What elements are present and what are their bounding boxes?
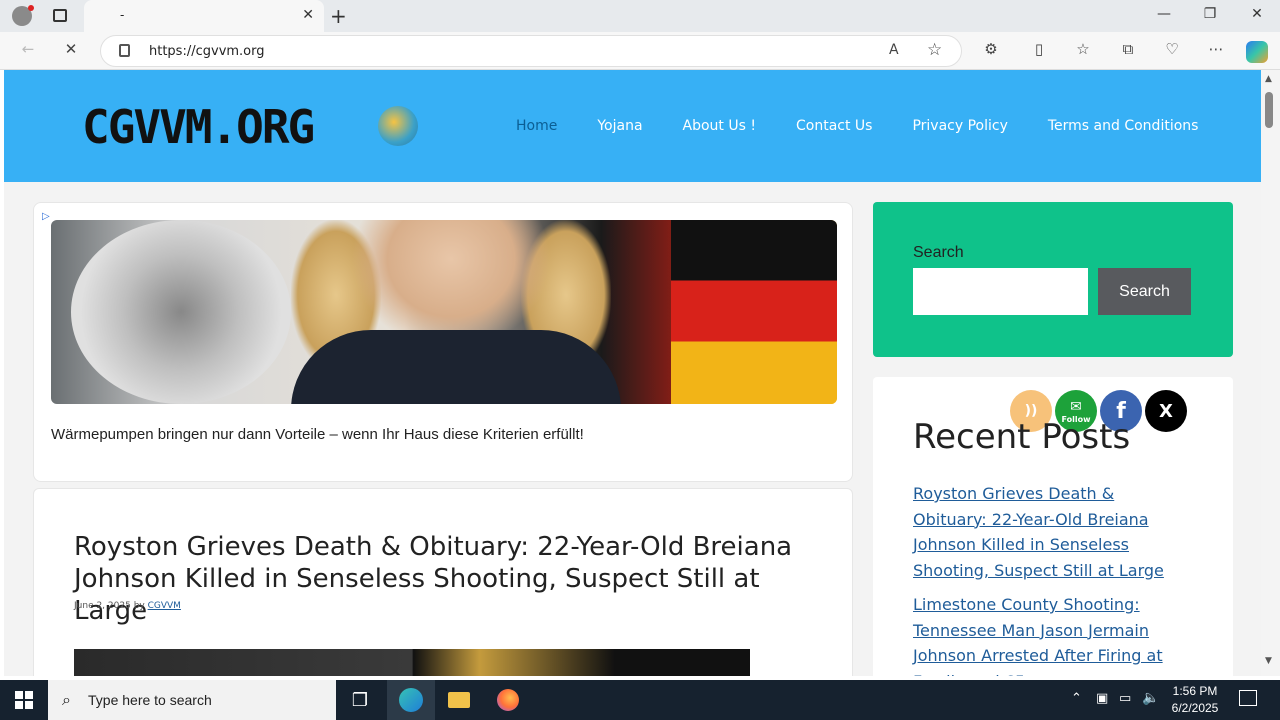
folder-glyph-icon [448,692,470,708]
nav-privacy-policy[interactable]: Privacy Policy [912,118,1007,134]
search-icon: ⌕ [62,690,71,709]
extensions-icon[interactable]: ⚙ [980,40,1002,58]
stop-loading-icon[interactable]: ✕ [60,40,82,58]
back-icon[interactable]: ← [17,40,39,58]
browser-essentials-icon[interactable]: ♡ [1161,40,1183,58]
recent-post-link[interactable]: Limestone County Shooting: Tennessee Man… [913,592,1188,676]
x-icon[interactable]: X [1145,390,1187,432]
post-featured-image[interactable] [74,649,750,676]
post-author-link[interactable]: CGVVM [148,601,181,611]
recent-post-link[interactable]: Royston Grieves Death & Obituary: 22-Yea… [913,481,1188,583]
taskbar: ⌕ Type here to search ❐ ⌃ ▣ ▭ 🔈 1:56 PM … [0,680,1280,720]
firefox-icon[interactable] [484,680,532,720]
ad-card[interactable]: ▷ Wärmepumpen bringen nur dann Vorteile … [33,202,853,482]
ad-image-flag [671,220,837,404]
task-view-icon[interactable]: ❐ [336,680,384,720]
scroll-down-icon[interactable]: ▼ [1265,656,1272,666]
site-logo[interactable]: CGVVM.ORG [82,100,315,154]
firefox-logo-icon [497,689,519,711]
taskbar-clock[interactable]: 1:56 PM 6/2/2025 [1160,683,1230,717]
ad-image-body [291,330,621,404]
taskbar-search-placeholder[interactable]: Type here to search [88,692,212,708]
ad-image[interactable] [51,220,837,404]
ad-image-background [71,220,291,404]
post-card: Royston Grieves Death & Obituary: 22-Yea… [33,488,853,676]
tray-device-icon[interactable]: ▣ [1096,691,1108,706]
new-tab-icon[interactable]: + [330,4,347,28]
collections-icon[interactable]: ⧉ [1117,40,1139,58]
nav-terms[interactable]: Terms and Conditions [1048,118,1199,134]
volume-icon[interactable]: 🔈 [1142,690,1159,706]
post-date: June 2, 2025 [74,601,131,611]
more-menu-icon[interactable]: ⋯ [1205,40,1227,58]
edge-browser-icon[interactable] [387,680,435,720]
tab-active[interactable]: - ✕ [84,0,324,32]
taskbar-search[interactable]: ⌕ Type here to search [48,680,336,720]
close-window-icon[interactable]: ✕ [1245,6,1269,22]
tray-chevron-icon[interactable]: ⌃ [1071,691,1082,706]
ad-choices-icon[interactable]: ▷ [42,211,50,222]
address-bar-row: ← ✕ https://cgvvm.org A ☆ ⚙ ▯ ☆ ⧉ ♡ ⋯ [0,32,1280,70]
post-title[interactable]: Royston Grieves Death & Obituary: 22-Yea… [74,531,794,627]
lock-icon[interactable] [119,44,130,57]
tab-title: - [120,8,125,22]
recent-posts-widget: )) ✉ Follow f X Recent Posts Royston Gri… [873,377,1233,676]
restore-icon[interactable]: ❐ [1198,6,1222,22]
recent-posts-list: Royston Grieves Death & Obituary: 22-Yea… [913,481,1188,676]
logo-globe-icon[interactable] [378,106,418,146]
search-button[interactable]: Search [1098,268,1191,315]
windows-logo-icon [15,691,33,709]
copilot-icon[interactable] [1246,41,1268,63]
site-header: CGVVM.ORG Home Yojana About Us ! Contact… [4,70,1261,182]
tab-actions-icon[interactable] [53,9,67,22]
file-explorer-icon[interactable] [435,680,483,720]
start-button[interactable] [0,680,48,720]
post-by: by [133,601,145,611]
search-input[interactable] [913,268,1088,315]
split-screen-icon[interactable]: ▯ [1028,40,1050,58]
page-scrollbar[interactable]: ▲ ▼ [1261,70,1280,676]
ad-caption[interactable]: Wärmepumpen bringen nur dann Vorteile – … [51,426,584,443]
network-icon[interactable]: ▭ [1119,691,1131,706]
close-tab-icon[interactable]: ✕ [302,7,314,23]
url-text[interactable]: https://cgvvm.org [149,44,265,59]
clock-date: 6/2/2025 [1171,701,1219,715]
post-meta: June 2, 2025 by CGVVM [74,601,181,611]
tab-bar: - ✕ + — ❐ ✕ [0,0,1280,32]
scroll-up-icon[interactable]: ▲ [1265,74,1272,84]
url-field[interactable]: https://cgvvm.org A ☆ [100,35,962,67]
scroll-thumb[interactable] [1265,92,1273,128]
favorite-icon[interactable]: ☆ [927,40,942,60]
recent-posts-title: Recent Posts [913,417,1131,457]
main-nav: Home Yojana About Us ! Contact Us Privac… [516,118,1198,134]
notifications-icon[interactable] [1239,690,1257,706]
nav-about-us[interactable]: About Us ! [683,118,756,134]
notification-dot-icon [28,5,34,11]
favorites-icon[interactable]: ☆ [1072,40,1094,58]
clock-time: 1:56 PM [1172,684,1218,698]
web-page: CGVVM.ORG Home Yojana About Us ! Contact… [4,70,1261,676]
search-widget: Search Search [873,202,1233,357]
edge-logo-icon [399,688,423,712]
nav-yojana[interactable]: Yojana [597,118,642,134]
nav-contact-us[interactable]: Contact Us [796,118,872,134]
minimize-icon[interactable]: — [1152,6,1176,22]
nav-home[interactable]: Home [516,118,557,134]
search-label: Search [913,244,964,261]
read-aloud-icon[interactable]: A [889,42,899,58]
envelope-glyph-icon: ✉ [1070,398,1082,415]
